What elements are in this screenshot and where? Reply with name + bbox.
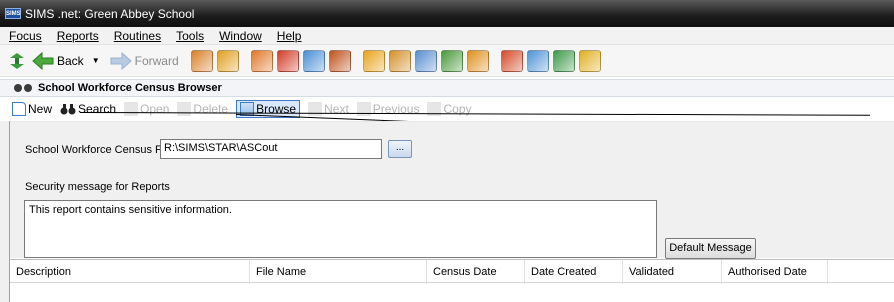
menu-routines[interactable]: Routines — [114, 29, 161, 43]
contacts-icon[interactable] — [302, 49, 325, 72]
menu-window[interactable]: Window — [219, 29, 262, 43]
people-icon[interactable] — [190, 49, 213, 72]
census-grid-header: Description File Name Census Date Date C… — [10, 259, 894, 284]
swap-icon[interactable] — [552, 49, 575, 72]
home-icon[interactable] — [8, 52, 26, 70]
new-button[interactable]: New — [12, 100, 52, 118]
student-book-icon[interactable] — [388, 49, 411, 72]
back-button[interactable]: Back — [57, 54, 84, 68]
col-date-created[interactable]: Date Created — [525, 260, 623, 284]
panel-header: School Workforce Census Browser — [0, 79, 894, 97]
forward-arrow-icon — [110, 51, 132, 70]
new-document-icon — [12, 102, 26, 116]
panel-title: School Workforce Census Browser — [38, 82, 222, 94]
title-bar: SIMS SIMS .net: Green Abbey School — [0, 0, 894, 27]
browser-toolbar: New Search Open Delete Browse Next Previ… — [0, 97, 894, 121]
clock-icon[interactable] — [500, 49, 523, 72]
menu-focus[interactable]: Focus — [9, 29, 42, 43]
edit-icon[interactable] — [440, 49, 463, 72]
search-binoculars-icon — [60, 102, 76, 116]
col-description[interactable]: Description — [10, 260, 250, 284]
book-icon[interactable] — [362, 49, 385, 72]
photo-icon[interactable] — [526, 49, 549, 72]
search-label: Search — [78, 102, 117, 116]
next-icon — [308, 102, 323, 116]
portrait-icon[interactable] — [328, 49, 351, 72]
menu-tools[interactable]: Tools — [176, 29, 204, 43]
back-dropdown-icon[interactable]: ▼ — [92, 56, 100, 65]
open-button: Open — [124, 100, 169, 118]
window-title: SIMS .net: Green Abbey School — [25, 6, 195, 21]
forward-button: Forward — [134, 53, 179, 68]
menu-reports[interactable]: Reports — [57, 29, 99, 43]
browse-label: Browse — [256, 102, 297, 116]
main-toolbar: Back ▼ Forward — [0, 45, 894, 77]
folder-browse-button[interactable]: ... — [388, 140, 412, 158]
learner-icon[interactable] — [466, 49, 489, 72]
census-folder-input[interactable]: R:\SIMS\STAR\ASCout — [160, 139, 382, 159]
delete-icon — [177, 102, 192, 116]
col-authorised-date[interactable]: Authorised Date — [722, 260, 828, 284]
folder-icon[interactable] — [250, 49, 273, 72]
copy-button: Copy — [427, 100, 472, 118]
delete-button: Delete — [177, 100, 228, 118]
previous-button: Previous — [356, 100, 419, 118]
menu-help[interactable]: Help — [277, 29, 302, 43]
open-folder-icon — [124, 102, 139, 116]
person-icon[interactable] — [216, 49, 239, 72]
binoculars-icon — [14, 82, 34, 94]
security-label: Security message for Reports — [25, 181, 170, 193]
new-label: New — [28, 102, 53, 116]
menu-bar: Focus Reports Routines Tools Window Help — [0, 27, 894, 45]
register-icon[interactable] — [414, 49, 437, 72]
export-icon[interactable] — [578, 49, 601, 72]
default-message-button[interactable]: Default Message — [665, 238, 756, 259]
security-message-textarea[interactable]: This report contains sensitive informati… — [24, 200, 657, 258]
open-label: Open — [140, 102, 170, 116]
col-census-date[interactable]: Census Date — [427, 260, 525, 284]
sims-app-icon: SIMS — [5, 8, 21, 19]
next-button: Next — [308, 100, 349, 118]
back-arrow-icon[interactable] — [32, 51, 54, 70]
search-button[interactable]: Search — [60, 100, 116, 118]
delete-label: Delete — [193, 102, 229, 116]
census-form: School Workforce Census Folder R:\SIMS\S… — [0, 121, 894, 259]
flag-icon[interactable] — [276, 49, 299, 72]
left-frame-edge — [0, 121, 10, 302]
col-validated[interactable]: Validated — [623, 260, 722, 284]
col-file-name[interactable]: File Name — [250, 260, 427, 284]
